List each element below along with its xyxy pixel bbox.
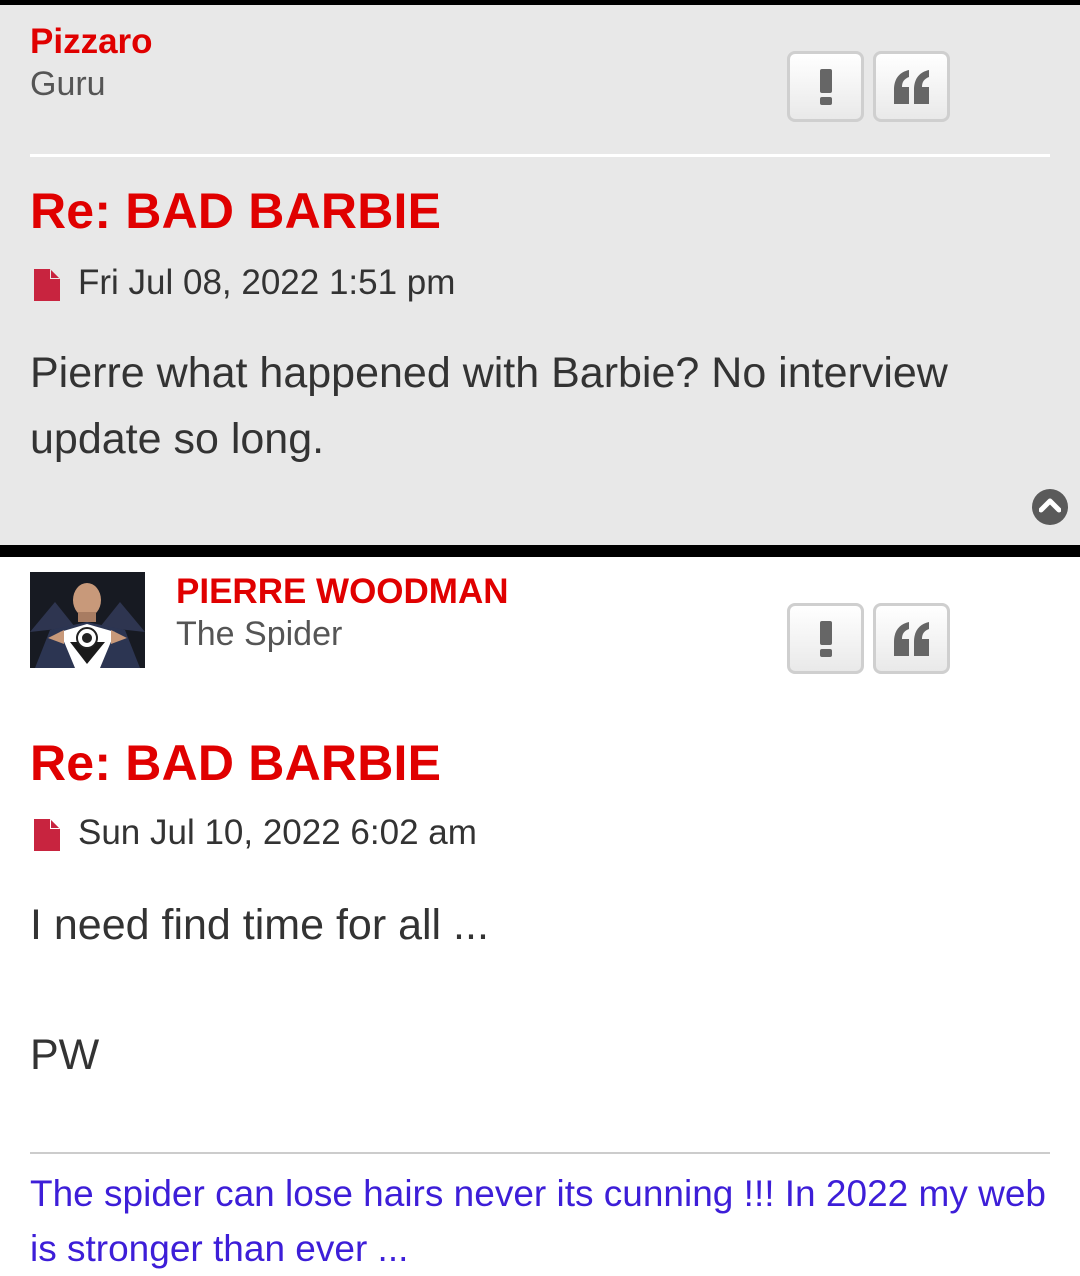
avatar[interactable] [30, 572, 145, 668]
exclamation-icon [819, 620, 833, 657]
quote-icon [892, 621, 932, 656]
exclamation-icon [819, 68, 833, 105]
back-to-top-button[interactable] [1032, 489, 1068, 525]
post-title[interactable]: Re: BAD BARBIE [30, 182, 441, 240]
post-content: Pierre what happened with Barbie? No int… [30, 349, 948, 463]
post-author[interactable]: Pizzaro [30, 22, 153, 62]
post-content-line: I need find time for all ... [30, 901, 489, 949]
author-rank: The Spider [176, 615, 343, 653]
report-button[interactable] [787, 603, 864, 674]
chevron-up-icon [1038, 497, 1062, 518]
post-header-divider [30, 154, 1050, 157]
signature: The spider can lose hairs never its cunn… [30, 1173, 1046, 1269]
report-button[interactable] [787, 51, 864, 122]
post-author[interactable]: PIERRE WOODMAN [176, 572, 509, 612]
quote-button[interactable] [873, 51, 950, 122]
post-date: Sun Jul 10, 2022 6:02 am [78, 813, 477, 852]
post-pierre-woodman: PIERRE WOODMAN The Spider Re: BAD BARBIE… [0, 557, 1080, 1276]
signature-divider [30, 1152, 1050, 1154]
quote-icon [892, 69, 932, 104]
quote-button[interactable] [873, 603, 950, 674]
post-title[interactable]: Re: BAD BARBIE [30, 734, 441, 792]
author-rank: Guru [30, 65, 106, 103]
post-pizzaro: Pizzaro Guru Re: BAD BARBIE Fri Jul 08, … [0, 5, 1080, 545]
post-date: Fri Jul 08, 2022 1:51 pm [78, 263, 456, 302]
file-icon[interactable] [34, 819, 60, 856]
post-divider [0, 545, 1080, 557]
file-icon[interactable] [34, 269, 60, 306]
post-content-line: PW [30, 1031, 100, 1079]
